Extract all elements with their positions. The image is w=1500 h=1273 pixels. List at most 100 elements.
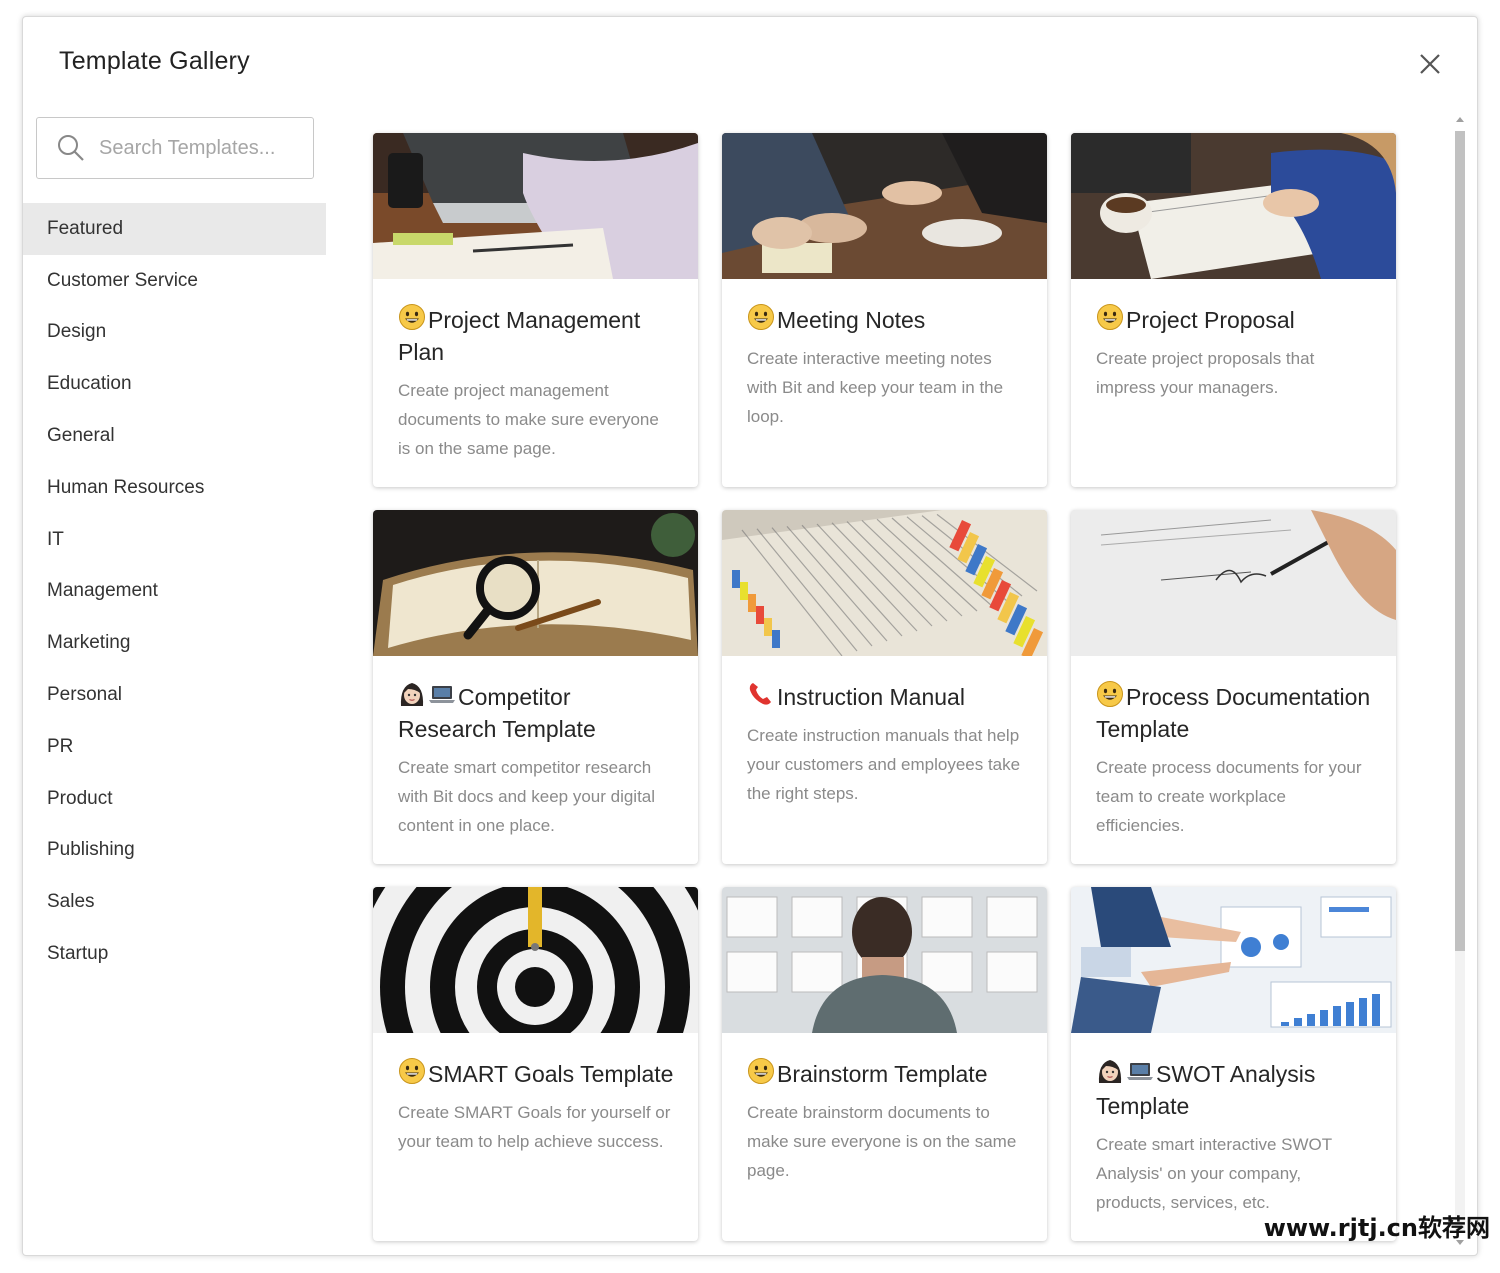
laptop-desk-photo (373, 133, 698, 279)
grinning-face-icon (399, 1058, 425, 1084)
template-card-body: SWOT Analysis Template Create smart inter… (1071, 1033, 1396, 1217)
template-card-instruction-manual[interactable]: Instruction Manual Create instruction man… (722, 510, 1047, 864)
dartboard-photo (373, 887, 698, 1033)
scrollbar[interactable] (1451, 111, 1469, 1251)
template-title: SMART Goals Template (398, 1057, 674, 1090)
search-icon (58, 135, 84, 161)
template-card-body: Project Proposal Create project proposals… (1071, 279, 1396, 402)
template-description: Create project proposals that impress yo… (1096, 349, 1315, 397)
sidebar-item-label: Human Resources (47, 476, 205, 498)
sidebar-item-label: Featured (47, 217, 124, 239)
tabbed-manual-photo (722, 510, 1047, 656)
template-card-body: Meeting Notes Create interactive meeting … (722, 279, 1047, 431)
sidebar-item-marketing[interactable]: Marketing (23, 617, 326, 669)
sidebar-item-label: Sales (47, 891, 95, 913)
sidebar-item-label: Publishing (47, 839, 135, 861)
close-icon[interactable] (1413, 47, 1447, 81)
template-description: Create instruction manuals that help you… (747, 726, 1021, 803)
grinning-face-icon (1097, 304, 1123, 330)
template-title: Process Documentation Template (1096, 680, 1372, 745)
sidebar-item-education[interactable]: Education (23, 358, 326, 410)
template-card-body: Competitor Research Template Create smart… (373, 656, 698, 840)
sidebar-item-it[interactable]: IT (23, 514, 326, 566)
template-description: Create SMART Goals for yourself or your … (398, 1103, 671, 1151)
template-title-text: Instruction Manual (777, 684, 965, 710)
sidebar-item-management[interactable]: Management (23, 566, 326, 618)
scroll-up-icon[interactable] (1455, 115, 1465, 125)
sidebar-item-label: IT (47, 528, 64, 550)
template-title-text: Project Proposal (1126, 307, 1295, 333)
template-title: Project Management Plan (398, 303, 674, 368)
sidebar-item-label: General (47, 425, 115, 447)
grinning-face-icon (399, 304, 425, 330)
laptop-icon (429, 686, 455, 703)
template-description: Create process documents for your team t… (1096, 758, 1362, 835)
scrollbar-thumb[interactable] (1455, 131, 1465, 951)
sidebar-item-label: Product (47, 787, 113, 809)
category-sidebar: Featured Customer Service Design Education G… (23, 203, 326, 980)
template-description: Create interactive meeting notes with Bi… (747, 349, 1004, 426)
template-card-meeting-notes[interactable]: Meeting Notes Create interactive meeting … (722, 133, 1047, 487)
sidebar-item-featured[interactable]: Featured (23, 203, 326, 255)
sidebar-item-customer-service[interactable]: Customer Service (23, 255, 326, 307)
charts-pointing-photo (1071, 887, 1396, 1033)
template-card-body: SMART Goals Template Create SMART Goals f… (373, 1033, 698, 1156)
signing-document-photo (1071, 510, 1396, 656)
grinning-face-icon (1097, 681, 1123, 707)
search-box[interactable] (36, 117, 314, 179)
template-title: SWOT Analysis Template (1096, 1057, 1372, 1122)
template-description: Create brainstorm documents to make sure… (747, 1103, 1017, 1180)
sidebar-item-human-resources[interactable]: Human Resources (23, 462, 326, 514)
sidebar-item-startup[interactable]: Startup (23, 928, 326, 980)
template-card-process-documentation-template[interactable]: Process Documentation Template Create pro… (1071, 510, 1396, 864)
template-title-text: Brainstorm Template (777, 1061, 988, 1087)
sidebar-item-label: Design (47, 321, 107, 343)
sidebar-item-product[interactable]: Product (23, 773, 326, 825)
notebook-coffee-photo (1071, 133, 1396, 279)
grinning-face-icon (748, 1058, 774, 1084)
magnifier-book-photo (373, 510, 698, 656)
sidebar-item-sales[interactable]: Sales (23, 876, 326, 928)
template-title: Instruction Manual (747, 680, 1023, 713)
template-title: Project Proposal (1096, 303, 1372, 336)
telephone-receiver-icon (749, 683, 771, 705)
sidebar-item-label: Customer Service (47, 269, 198, 291)
sidebar-item-label: Marketing (47, 632, 131, 654)
woman-face-icon (400, 683, 424, 706)
template-card-body: Instruction Manual Create instruction man… (722, 656, 1047, 808)
sidebar-item-personal[interactable]: Personal (23, 669, 326, 721)
laptop-icon (1127, 1063, 1153, 1080)
template-title-text: Meeting Notes (777, 307, 926, 333)
sidebar-item-label: Personal (47, 684, 122, 706)
template-description: Create smart interactive SWOT Analysis' … (1096, 1135, 1332, 1212)
sidebar-item-label: PR (47, 735, 74, 757)
template-card-body: Process Documentation Template Create pro… (1071, 656, 1396, 840)
template-title-text: Project Management Plan (398, 307, 641, 365)
template-card-competitor-research-template[interactable]: Competitor Research Template Create smart… (373, 510, 698, 864)
template-gallery-modal: Template Gallery Featured Customer Servic… (22, 16, 1478, 1256)
meeting-table-photo (722, 133, 1047, 279)
search-input[interactable] (99, 136, 299, 160)
sidebar-item-design[interactable]: Design (23, 307, 326, 359)
template-card-brainstorm-template[interactable]: Brainstorm Template Create brainstorm doc… (722, 887, 1047, 1241)
whiteboard-wall-photo (722, 887, 1047, 1033)
grinning-face-icon (748, 304, 774, 330)
sidebar-item-label: Startup (47, 943, 109, 965)
template-title: Brainstorm Template (747, 1057, 1023, 1090)
modal-title: Template Gallery (59, 47, 250, 75)
template-description: Create smart competitor research with Bi… (398, 758, 656, 835)
watermark: www.rjtj.cn软荐网 (1263, 1214, 1490, 1242)
template-description: Create project management documents to m… (398, 381, 659, 458)
template-card-project-proposal[interactable]: Project Proposal Create project proposals… (1071, 133, 1396, 487)
template-card-swot-analysis-template[interactable]: SWOT Analysis Template Create smart inter… (1071, 887, 1396, 1241)
template-card-smart-goals-template[interactable]: SMART Goals Template Create SMART Goals f… (373, 887, 698, 1241)
template-card-body: Brainstorm Template Create brainstorm doc… (722, 1033, 1047, 1185)
template-title: Competitor Research Template (398, 680, 674, 745)
template-card-project-management-plan[interactable]: Project Management Plan Create project ma… (373, 133, 698, 487)
template-title: Meeting Notes (747, 303, 1023, 336)
sidebar-item-publishing[interactable]: Publishing (23, 825, 326, 877)
woman-face-icon (1098, 1060, 1122, 1083)
sidebar-item-pr[interactable]: PR (23, 721, 326, 773)
sidebar-item-label: Education (47, 373, 132, 395)
sidebar-item-general[interactable]: General (23, 410, 326, 462)
